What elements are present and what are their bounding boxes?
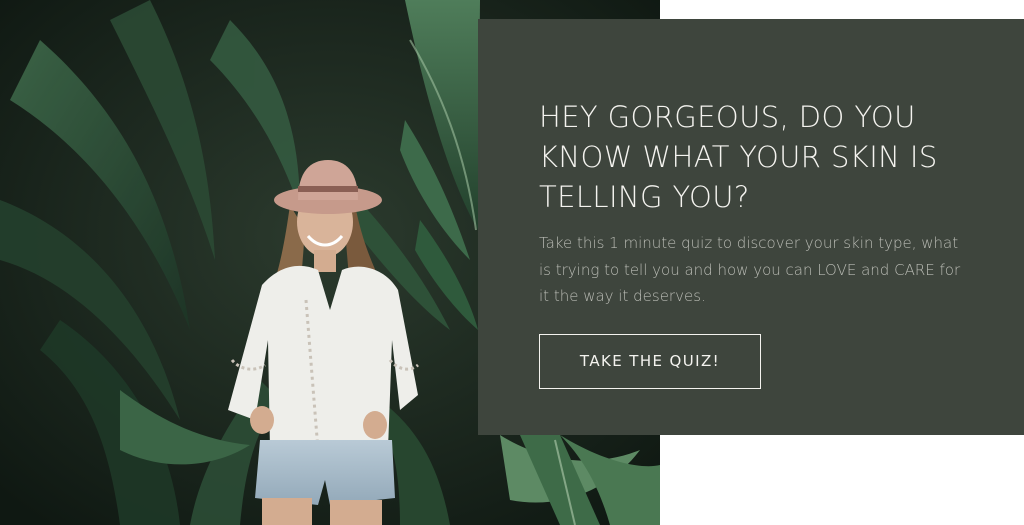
take-quiz-button[interactable]: TAKE THE QUIZ! bbox=[539, 333, 761, 389]
quiz-promo-card: HEY GORGEOUS, DO YOU KNOW WHAT YOUR SKIN… bbox=[478, 19, 1024, 435]
promo-description: Take this 1 minute quiz to discover your… bbox=[539, 234, 961, 305]
promo-heading: HEY GORGEOUS, DO YOU KNOW WHAT YOUR SKIN… bbox=[539, 100, 938, 214]
quiz-promo-section: HEY GORGEOUS, DO YOU KNOW WHAT YOUR SKIN… bbox=[0, 0, 1024, 525]
